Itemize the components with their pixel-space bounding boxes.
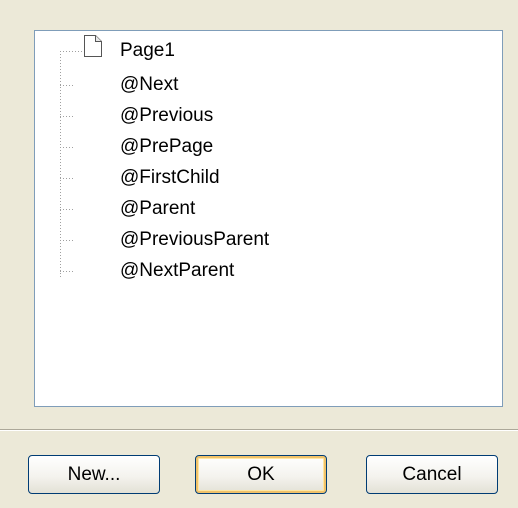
tree-connector-lines <box>60 51 82 279</box>
page-icon <box>84 35 102 57</box>
dialog-separator <box>0 429 518 431</box>
page-tree[interactable]: Page1 @Next @Previous @PrePage @FirstChi… <box>34 30 503 407</box>
tree-node-label: @Previous <box>120 105 214 126</box>
tree-node-label: @Next <box>120 74 179 95</box>
tree-node-label: @Parent <box>120 198 196 219</box>
tree-node-label: @PreviousParent <box>120 229 270 250</box>
tree-node-label: @NextParent <box>120 260 235 281</box>
ok-button[interactable]: OK <box>195 455 327 494</box>
tree-node-label: @PrePage <box>120 136 214 157</box>
cancel-button[interactable]: Cancel <box>366 455 498 494</box>
tree-node-label: @FirstChild <box>120 167 220 188</box>
new-button[interactable]: New... <box>28 455 160 494</box>
tree-node-label: Page1 <box>120 40 175 61</box>
